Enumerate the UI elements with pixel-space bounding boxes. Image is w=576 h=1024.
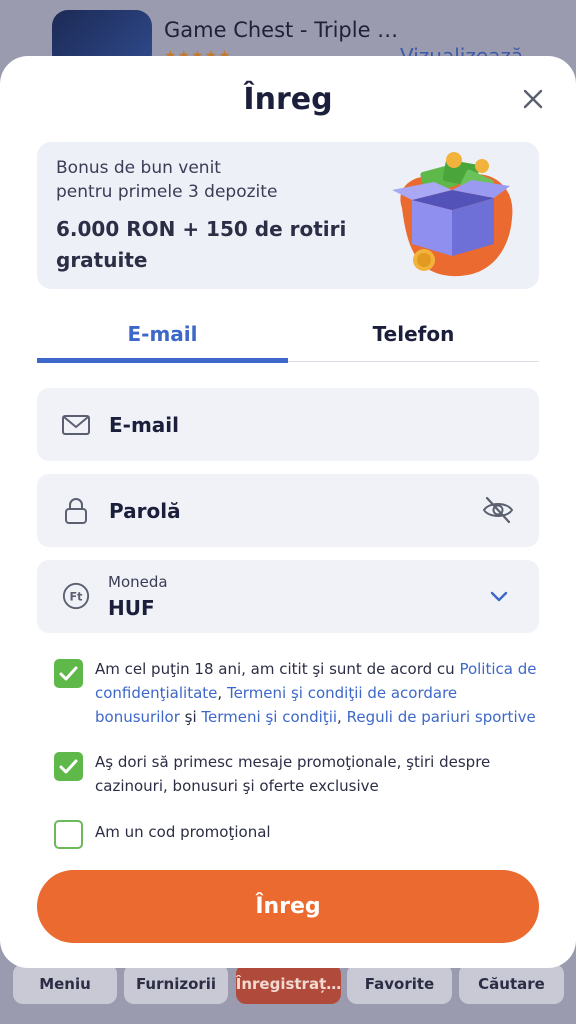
- chevron-down-icon: [490, 591, 508, 602]
- email-input[interactable]: [109, 388, 469, 461]
- registration-modal: Înreg Bonus de bun venit pentru primele …: [0, 56, 576, 968]
- tab-email[interactable]: E-mail: [37, 306, 288, 362]
- gift-box-icon: [392, 152, 513, 277]
- promo-code-row: Am un cod promoţional: [54, 818, 544, 850]
- terms-consent-text: Am cel puţin 18 ani, am citit şi sunt de…: [95, 657, 545, 729]
- marketing-checkbox[interactable]: [54, 752, 83, 781]
- bonus-title: Bonus de bun venit: [56, 158, 221, 178]
- promo-code-text: Am un cod promoţional: [95, 823, 271, 841]
- currency-select[interactable]: Ft Moneda HUF: [37, 560, 539, 633]
- lock-icon: [65, 498, 87, 524]
- bottom-nav: Meniu Furnizorii Înregistraț… Favorite C…: [0, 960, 576, 1024]
- terms-consent-row: Am cel puţin 18 ani, am citit şi sunt de…: [54, 657, 544, 737]
- betting-rules-link[interactable]: Reguli de pariuri sportive: [347, 708, 536, 726]
- register-submit-button[interactable]: Înreg: [37, 870, 539, 943]
- currency-value: HUF: [108, 596, 155, 620]
- active-tab-indicator: [37, 358, 288, 363]
- check-icon: [59, 759, 78, 774]
- marketing-consent-row: Aş dori să primesc mesaje promoţionale, …: [54, 750, 544, 806]
- eye-off-icon[interactable]: [481, 495, 515, 525]
- auth-method-tabs: E-mail Telefon: [37, 306, 539, 363]
- terms-checkbox[interactable]: [54, 659, 83, 688]
- bonus-amount: 6.000 RON + 150 de rotiri gratuite: [56, 217, 347, 272]
- currency-label: Moneda: [108, 573, 168, 591]
- nav-item-register[interactable]: Înregistraț…: [236, 964, 341, 1004]
- password-input[interactable]: [109, 474, 469, 547]
- app-title: Game Chest - Triple …: [164, 18, 399, 42]
- mail-icon: [62, 415, 90, 435]
- nav-item-providers[interactable]: Furnizorii: [124, 964, 228, 1004]
- currency-icon-text: Ft: [70, 591, 84, 604]
- nav-item-menu[interactable]: Meniu: [13, 964, 117, 1004]
- modal-title: Înreg: [243, 82, 333, 117]
- bonus-subtitle: pentru primele 3 depozite: [56, 182, 278, 202]
- terms-separator: ,: [337, 708, 347, 726]
- password-field[interactable]: [37, 474, 539, 547]
- email-field[interactable]: [37, 388, 539, 461]
- terms-text-intro: Am cel puţin 18 ani, am citit şi sunt de…: [95, 660, 460, 678]
- welcome-bonus-card: Bonus de bun venit pentru primele 3 depo…: [37, 142, 539, 289]
- currency-icon: Ft: [62, 582, 90, 610]
- terms-separator: şi: [179, 708, 202, 726]
- check-icon: [59, 666, 78, 681]
- terms-conditions-link[interactable]: Termeni şi condiţii: [201, 708, 337, 726]
- promo-code-checkbox[interactable]: [54, 820, 83, 849]
- nav-item-search[interactable]: Căutare: [459, 964, 564, 1004]
- tab-phone[interactable]: Telefon: [288, 306, 539, 362]
- close-icon[interactable]: [518, 84, 548, 114]
- marketing-consent-text: Aş dori să primesc mesaje promoţionale, …: [95, 753, 491, 795]
- terms-separator: ,: [217, 684, 227, 702]
- nav-item-favorites[interactable]: Favorite: [347, 964, 452, 1004]
